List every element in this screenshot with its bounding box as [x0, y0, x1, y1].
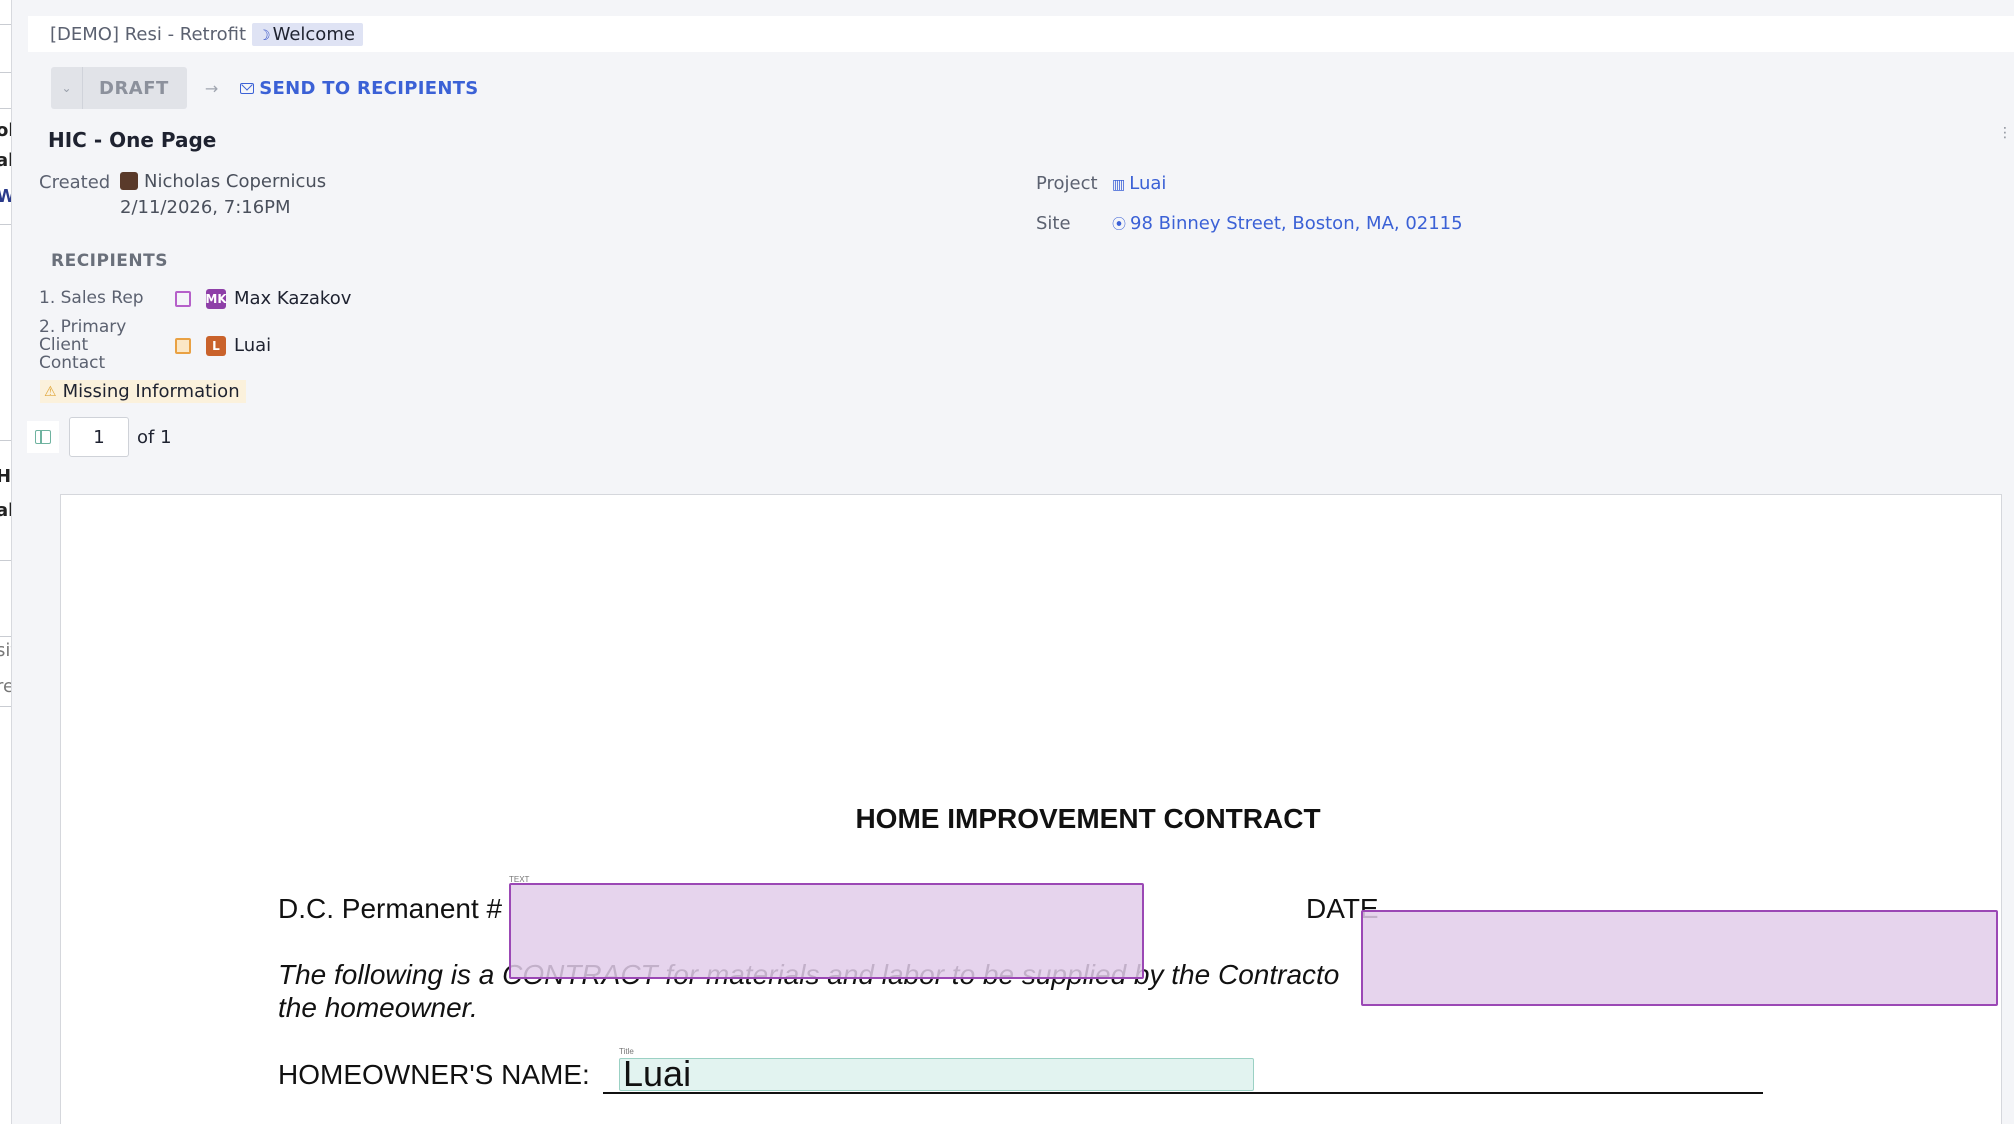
- strip-text: ol: [0, 120, 11, 141]
- recipients-heading: RECIPIENTS: [51, 251, 168, 271]
- chevron-down-icon[interactable]: ⌄: [51, 67, 83, 109]
- project-value: Luai: [1129, 173, 1167, 194]
- status-actions: ⌄ DRAFT → SEND TO RECIPIENTS: [51, 67, 479, 109]
- recipient-name: Luai: [234, 335, 272, 356]
- location-pin-icon: ⦿: [1112, 217, 1126, 233]
- site-value: 98 Binney Street, Boston, MA, 02115: [1130, 213, 1463, 234]
- page-total: of 1: [137, 426, 172, 448]
- strip-text: ak: [0, 150, 11, 171]
- document-title: HIC - One Page: [48, 128, 217, 152]
- building-icon: ▥: [1112, 177, 1126, 193]
- permit-text-field[interactable]: [509, 883, 1144, 979]
- recipient-color-box[interactable]: [175, 291, 191, 307]
- recipient-avatar: MK: [205, 289, 227, 309]
- date-text-field[interactable]: [1361, 910, 1998, 1006]
- created-at: 2/11/2026, 7:16PM: [120, 197, 291, 218]
- owner-label: HOMEOWNER'S NAME:: [278, 1059, 590, 1090]
- recipient-role: 2. Primary Client Contact: [39, 317, 127, 373]
- warning-icon: ⚠: [44, 383, 57, 400]
- background-sheet-edge: ol ak W H al sit re: [0, 0, 12, 1124]
- owner-underline: [603, 1092, 1763, 1094]
- missing-info-badge[interactable]: ⚠ Missing Information: [40, 380, 246, 403]
- page-number-input[interactable]: [69, 417, 129, 457]
- site-link[interactable]: ⦿ 98 Binney Street, Boston, MA, 02115: [1112, 213, 1463, 234]
- created-label: Created: [39, 172, 111, 193]
- project-link[interactable]: ▥ Luai: [1112, 173, 1166, 194]
- send-label: SEND TO RECIPIENTS: [259, 77, 479, 99]
- strip-text: W: [0, 186, 11, 207]
- recipient-avatar: L: [206, 336, 226, 356]
- document-panel: [DEMO] Resi - Retrofit ☽ Welcome ⋮ ⌄ DRAF…: [12, 0, 2014, 1124]
- document-page: HOME IMPROVEMENT CONTRACT D.C. Permanent…: [60, 494, 2002, 1124]
- breadcrumb-project[interactable]: [DEMO] Resi - Retrofit: [50, 24, 246, 45]
- send-to-recipients-button[interactable]: SEND TO RECIPIENTS: [240, 78, 478, 99]
- breadcrumb: [DEMO] Resi - Retrofit ☽ Welcome: [28, 16, 2014, 52]
- moon-icon: ☽: [258, 27, 271, 44]
- status-dropdown[interactable]: ⌄ DRAFT: [51, 67, 187, 109]
- strip-text: re: [0, 676, 11, 697]
- arrow-right-icon: →: [204, 78, 219, 98]
- contract-title: HOME IMPROVEMENT CONTRACT: [855, 803, 1321, 834]
- intro-line-2: the homeowner.: [278, 992, 478, 1023]
- sidebar-icon: [35, 430, 51, 444]
- mail-icon: [240, 82, 255, 94]
- breadcrumb-current[interactable]: ☽ Welcome: [252, 22, 363, 46]
- strip-text: sit: [0, 640, 11, 661]
- permit-label: D.C. Permanent #: [278, 893, 503, 924]
- breadcrumb-current-label: Welcome: [272, 23, 355, 45]
- status-label: DRAFT: [99, 77, 169, 99]
- site-label: Site: [1036, 213, 1071, 234]
- recipient-role: 1. Sales Rep: [39, 288, 144, 308]
- more-options-icon[interactable]: ⋮: [1998, 126, 2012, 140]
- created-by: Nicholas Copernicus: [120, 171, 326, 192]
- recipient-color-box[interactable]: [175, 338, 191, 354]
- pager: of 1: [27, 417, 172, 457]
- strip-text: H: [0, 466, 11, 487]
- missing-info-text: Missing Information: [62, 381, 240, 402]
- sidebar-toggle-button[interactable]: [27, 421, 59, 453]
- strip-text: al: [0, 500, 11, 521]
- owner-name-field[interactable]: Luai: [619, 1056, 1254, 1092]
- created-by-name: Nicholas Copernicus: [144, 171, 327, 192]
- recipient-name: Max Kazakov: [234, 288, 352, 309]
- user-avatar: [120, 172, 138, 190]
- project-label: Project: [1036, 173, 1098, 194]
